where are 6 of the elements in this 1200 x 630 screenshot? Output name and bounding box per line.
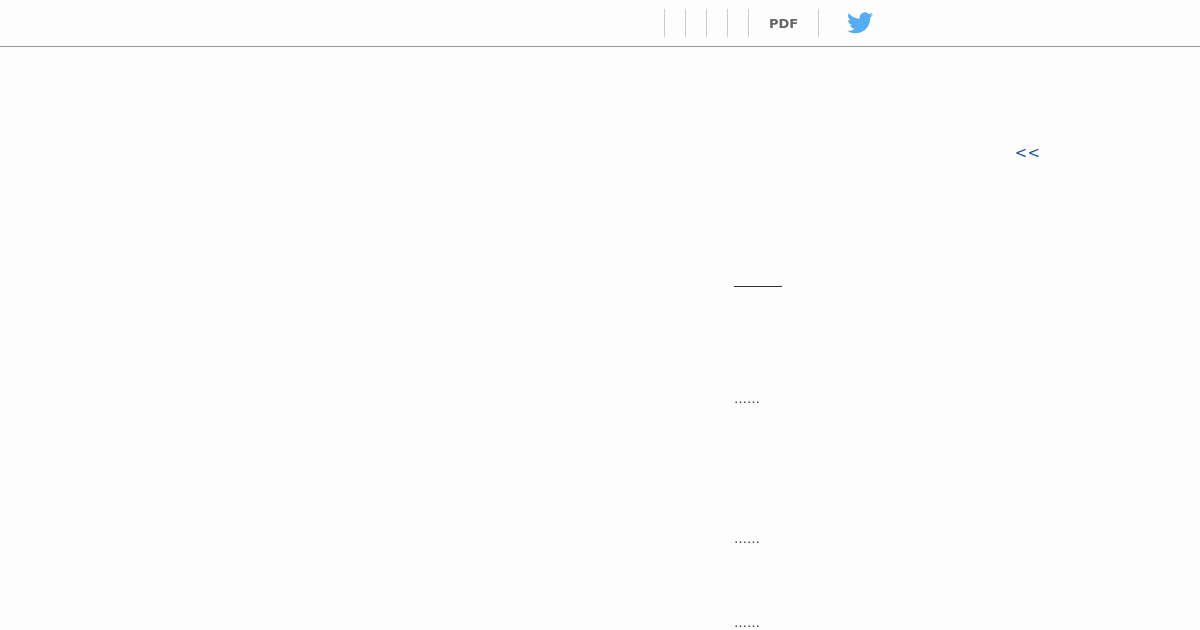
- pdf-link[interactable]: PDF: [759, 15, 809, 31]
- bird-icon[interactable]: [847, 12, 874, 34]
- ellipsis-text: ……: [734, 531, 761, 547]
- ellipsis-text: ……: [734, 391, 761, 407]
- ellipsis-text: ……: [734, 615, 761, 630]
- back-link[interactable]: <<: [1014, 144, 1040, 162]
